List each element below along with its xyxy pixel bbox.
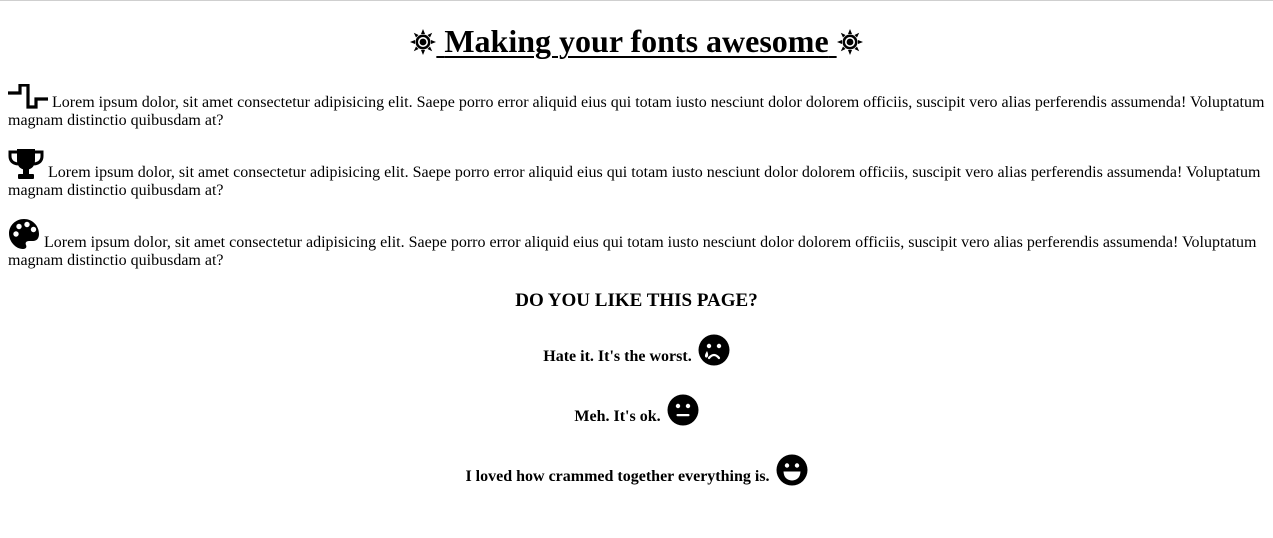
paragraph-text: Lorem ipsum dolor, sit amet consectetur … — [8, 234, 1257, 269]
answer-label: I loved how crammed together everything … — [465, 468, 770, 485]
paragraph-2: Lorem ipsum dolor, sit amet consectetur … — [8, 148, 1265, 200]
grin-face-icon[interactable] — [776, 454, 808, 486]
paragraph-1: Lorem ipsum dolor, sit amet consectetur … — [8, 84, 1265, 130]
square-wave-icon — [8, 84, 48, 109]
sun-icon — [836, 29, 863, 55]
page-title: Making your fonts awesome — [8, 0, 1265, 61]
answer-loved[interactable]: I loved how crammed together everything … — [8, 454, 1265, 493]
answer-label: Meh. It's ok. — [574, 408, 661, 425]
paragraph-3: Lorem ipsum dolor, sit amet consectetur … — [8, 218, 1265, 270]
neutral-face-icon[interactable] — [667, 394, 699, 426]
answer-meh[interactable]: Meh. It's ok. — [8, 394, 1265, 433]
trophy-icon — [8, 149, 44, 179]
answer-label: Hate it. It's the worst. — [543, 348, 692, 365]
answer-hate[interactable]: Hate it. It's the worst. — [8, 334, 1265, 373]
page: Making your fonts awesome Lorem ipsum do… — [0, 0, 1273, 493]
palette-icon — [9, 219, 39, 249]
sad-tear-face-icon[interactable] — [698, 334, 730, 366]
paragraph-text: Lorem ipsum dolor, sit amet consectetur … — [8, 164, 1261, 199]
sun-icon — [410, 29, 437, 55]
title-link[interactable]: Making your fonts awesome — [436, 23, 836, 59]
survey-question: DO YOU LIKE THIS PAGE? — [515, 290, 758, 311]
title-text: Making your fonts awesome — [444, 23, 829, 59]
paragraph-text: Lorem ipsum dolor, sit amet consectetur … — [8, 94, 1265, 129]
